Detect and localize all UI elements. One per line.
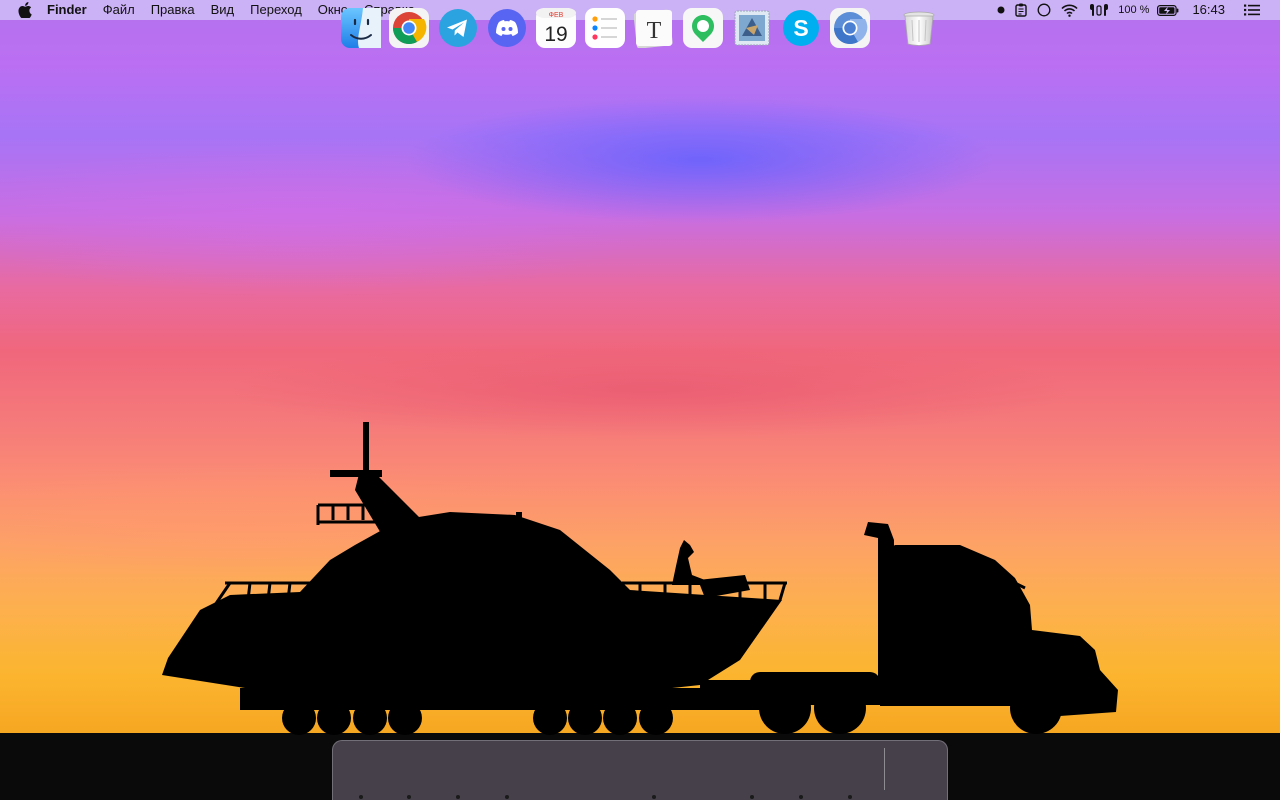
circle-icon[interactable] [1037, 0, 1051, 20]
dock-typora-icon[interactable]: T [634, 8, 674, 48]
calendar-month-label: ФЕВ [549, 12, 564, 19]
dock-separator [884, 748, 885, 790]
dock-discord-icon[interactable] [487, 8, 527, 48]
dock-chromium-running-indicator [848, 795, 852, 799]
menu-file[interactable]: Файл [95, 0, 143, 20]
dock-mail-running-indicator [750, 795, 754, 799]
clipboard-icon[interactable] [1015, 0, 1027, 20]
battery-percent[interactable]: 100 % [1118, 0, 1149, 20]
dock-mail-icon[interactable] [732, 8, 772, 48]
dock-finder-icon[interactable] [341, 8, 381, 48]
dock-evernote-icon[interactable] [683, 8, 723, 48]
control-center-icon[interactable] [1244, 0, 1260, 20]
dock-telegram-running-indicator [456, 795, 460, 799]
skype-letter: S [793, 15, 808, 41]
menu-app-finder[interactable]: Finder [39, 0, 95, 20]
recording-dot-icon[interactable] [997, 0, 1005, 20]
dock-chrome-icon[interactable] [389, 8, 429, 48]
dock-telegram-icon[interactable] [438, 8, 478, 48]
wifi-icon[interactable] [1061, 0, 1078, 20]
calendar-day-label: 19 [544, 23, 567, 46]
typora-letter: T [647, 18, 662, 44]
dock-finder-running-indicator [359, 795, 363, 799]
dock-trash-icon[interactable] [899, 8, 939, 48]
airpods-icon[interactable] [1088, 0, 1110, 20]
menu-clock[interactable]: 16:43 [1192, 0, 1225, 20]
dock-chrome-running-indicator [407, 795, 411, 799]
yacht-truck-silhouette [162, 422, 1118, 735]
battery-charging-icon[interactable] [1157, 0, 1179, 20]
dock-skype-running-indicator [799, 795, 803, 799]
menu-go[interactable]: Переход [242, 0, 310, 20]
dock-calendar-icon[interactable]: ФЕВ 19 [536, 8, 576, 48]
apple-menu-icon[interactable] [18, 2, 32, 18]
dock-chromium-icon[interactable] [830, 8, 870, 48]
dock-reminders-icon[interactable] [585, 8, 625, 48]
menu-edit[interactable]: Правка [143, 0, 203, 20]
dock [332, 740, 948, 800]
dock-discord-running-indicator [505, 795, 509, 799]
dock-skype-icon[interactable]: S [781, 8, 821, 48]
dock-typora-running-indicator [652, 795, 656, 799]
menu-view[interactable]: Вид [203, 0, 243, 20]
